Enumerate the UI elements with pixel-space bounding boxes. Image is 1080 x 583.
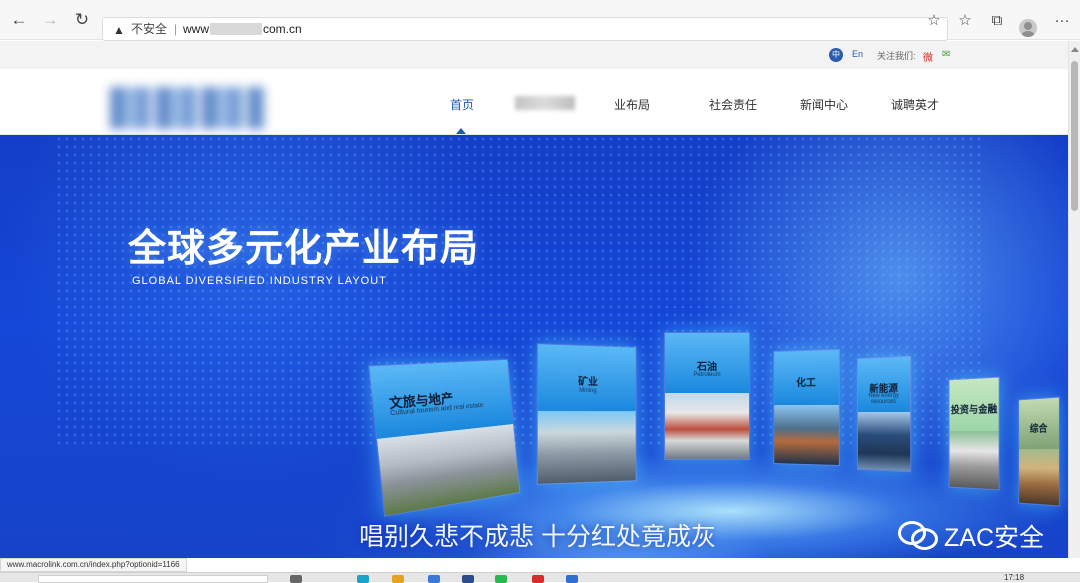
- chinese-language-button[interactable]: 中: [829, 48, 843, 62]
- card-subtitle: Mining: [579, 388, 597, 395]
- card-image: [774, 405, 839, 465]
- company-logo[interactable]: [110, 87, 265, 129]
- back-button[interactable]: ←: [8, 9, 30, 31]
- reload-button[interactable]: ↻: [71, 9, 93, 31]
- taskbar-clock: 17:18: [1004, 573, 1025, 582]
- weibo-icon[interactable]: 微: [923, 49, 933, 64]
- address-separator: |: [174, 22, 178, 36]
- hero-subtitle: GLOBAL DIVERSIFIED INDUSTRY LAYOUT: [132, 275, 387, 287]
- card-title: 石油: [697, 362, 717, 374]
- card-image: [857, 411, 911, 472]
- english-language-link[interactable]: En: [852, 49, 863, 59]
- profile-avatar[interactable]: [1019, 19, 1037, 37]
- address-bar[interactable]: ▲ 不安全 | www com.cn: [102, 17, 948, 41]
- nav-home[interactable]: 首页: [450, 96, 474, 113]
- page-scrollbar[interactable]: [1068, 41, 1080, 558]
- industry-card-new-energy[interactable]: 新能源 New energy resources: [856, 355, 912, 473]
- site-header: 首页 业布局 社会责任 新闻中心 诚聘英才: [0, 69, 1068, 135]
- follow-us-label: 关注我们:: [877, 51, 916, 61]
- industry-card-comprehensive[interactable]: 综合: [1018, 396, 1060, 507]
- wechat-icon[interactable]: ✉: [942, 49, 950, 60]
- hero-banner: 全球多元化产业布局 GLOBAL DIVERSIFIED INDUSTRY LA…: [0, 135, 1068, 558]
- windows-taskbar: 17:18: [0, 572, 1080, 583]
- forward-button[interactable]: →: [39, 9, 61, 31]
- favorites-icon[interactable]: ☆: [954, 10, 976, 32]
- card-title: 矿业: [578, 376, 598, 389]
- wechat-watermark-icon: [898, 518, 938, 550]
- industry-card-mining[interactable]: 矿业 Mining: [536, 343, 637, 485]
- url-redaction: [210, 23, 262, 35]
- watermark-text: ZAC安全: [944, 524, 1045, 552]
- url-text[interactable]: www com.cn: [183, 18, 302, 40]
- nav-blurred-item[interactable]: [515, 96, 575, 110]
- industry-card-investment-finance[interactable]: 投资与金融: [948, 376, 1000, 491]
- card-title: 化工: [796, 377, 816, 389]
- insecure-label[interactable]: 不安全: [131, 18, 167, 40]
- collections-icon[interactable]: ⧉: [986, 10, 1008, 32]
- hero-title: 全球多元化产业布局: [128, 228, 480, 270]
- url-prefix: www: [183, 22, 209, 36]
- active-nav-indicator: [456, 128, 466, 134]
- card-image: [665, 393, 749, 459]
- wechat-watermark: ZAC安全: [898, 517, 1058, 552]
- more-icon[interactable]: ···: [1051, 10, 1073, 32]
- card-subtitle: New energy resources: [868, 392, 899, 405]
- nav-social-responsibility[interactable]: 社会责任: [709, 96, 757, 113]
- scroll-thumb[interactable]: [1071, 61, 1078, 211]
- status-bar-url: www.macrolink.com.cn/index.php?optionid=…: [0, 558, 187, 572]
- industry-card-chemical[interactable]: 化工: [773, 348, 840, 467]
- add-favorite-icon[interactable]: ☆: [923, 10, 945, 32]
- scroll-up-icon[interactable]: [1071, 47, 1079, 52]
- nav-careers[interactable]: 诚聘英才: [891, 96, 939, 113]
- nav-industry-layout[interactable]: 业布局: [614, 96, 650, 113]
- url-suffix: com.cn: [263, 22, 302, 36]
- industry-card-culture[interactable]: 文旅与地产 Cultural tourism and real estate: [368, 358, 521, 517]
- card-image: [537, 411, 636, 484]
- warning-icon: ▲: [113, 23, 125, 37]
- utility-bar: 中 En 关注我们: 微 ✉: [0, 41, 1068, 69]
- card-image: [1019, 449, 1059, 506]
- video-caption: 唱别久悲不成悲 十分红处竟成灰: [359, 523, 716, 551]
- card-title: 投资与金融: [950, 404, 998, 417]
- card-subtitle: Petroleum: [693, 372, 721, 379]
- browser-toolbar: ← → ↻ ▲ 不安全 | www com.cn ☆ ☆ ⧉ ···: [0, 0, 1080, 41]
- world-map-dots: [55, 135, 985, 445]
- card-title: 综合: [1029, 423, 1048, 436]
- industry-card-petroleum[interactable]: 石油 Petroleum: [664, 332, 750, 460]
- nav-news-center[interactable]: 新闻中心: [800, 96, 848, 113]
- card-image: [949, 431, 999, 490]
